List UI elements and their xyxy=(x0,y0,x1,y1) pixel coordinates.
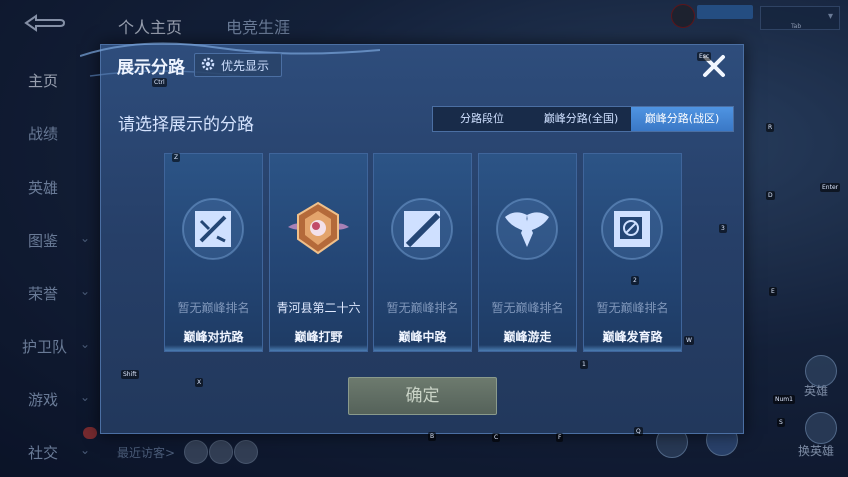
key-hint: R xyxy=(766,123,775,132)
confirm-button[interactable]: 确定 xyxy=(348,377,497,415)
jungle-badge-icon xyxy=(288,201,349,255)
card-route-label: 巅峰游走 xyxy=(503,330,552,344)
key-hint: E xyxy=(769,287,777,296)
tab-peak-region[interactable]: 巅峰分路(战区) xyxy=(631,107,733,131)
key-hint: Esc xyxy=(697,52,712,61)
key-hint: B xyxy=(428,432,437,441)
route-tabs: 分路段位 巅峰分路(全国) 巅峰分路(战区) xyxy=(432,106,734,132)
card-rank-text: 暂无巅峰排名 xyxy=(596,301,669,315)
key-hint: Shift xyxy=(121,370,139,379)
card-glow xyxy=(584,345,681,351)
key-hint: C xyxy=(492,433,501,442)
card-glow xyxy=(270,345,367,351)
card-route-label: 巅峰对抗路 xyxy=(183,330,244,344)
card-rank-text: 暂无巅峰排名 xyxy=(177,301,250,315)
key-hint: Z xyxy=(172,153,181,162)
priority-label: 优先显示 xyxy=(221,59,270,73)
key-hint: F xyxy=(556,433,564,442)
card-route-label: 巅峰打野 xyxy=(294,330,343,344)
key-hint: Num1 xyxy=(773,395,795,404)
route-card-roam[interactable]: 暂无巅峰排名 巅峰游走 xyxy=(478,153,577,352)
card-route-label: 巅峰发育路 xyxy=(602,330,663,344)
modal-title: 展示分路 xyxy=(117,58,185,78)
mid-lane-icon xyxy=(391,198,453,260)
key-hint: S xyxy=(777,418,785,427)
key-hint: Ctrl xyxy=(152,78,167,87)
route-card-mid[interactable]: 暂无巅峰排名 巅峰中路 xyxy=(373,153,472,352)
key-hint: 1 xyxy=(580,360,588,369)
key-hint: 2 xyxy=(631,276,639,285)
card-glow xyxy=(165,345,262,351)
card-rank-text: 暂无巅峰排名 xyxy=(386,301,459,315)
select-route-prompt: 请选择展示的分路 xyxy=(118,115,254,135)
gear-icon xyxy=(201,57,215,71)
route-card-farm[interactable]: 暂无巅峰排名 巅峰发育路 xyxy=(583,153,682,352)
route-card-clash[interactable]: 暂无巅峰排名 巅峰对抗路 xyxy=(164,153,263,352)
card-route-label: 巅峰中路 xyxy=(398,330,447,344)
card-rank-text: 暂无巅峰排名 xyxy=(491,301,564,315)
card-glow xyxy=(479,345,576,351)
key-hint: Enter xyxy=(820,183,841,192)
farm-lane-icon xyxy=(601,198,663,260)
key-hint: X xyxy=(195,378,204,387)
key-hint: 3 xyxy=(719,224,727,233)
roam-icon xyxy=(496,198,558,260)
key-hint: W xyxy=(684,336,694,345)
card-glow xyxy=(374,345,471,351)
card-rank-text: 青河县第二十六 xyxy=(276,301,361,315)
clash-lane-icon xyxy=(182,198,244,260)
key-hint: D xyxy=(766,191,775,200)
tab-peak-national[interactable]: 巅峰分路(全国) xyxy=(531,107,631,131)
route-card-jungle[interactable]: 青河县第二十六 巅峰打野 xyxy=(269,153,368,352)
tab-route-rank[interactable]: 分路段位 xyxy=(433,107,531,131)
priority-display-button[interactable]: 优先显示 xyxy=(194,53,282,77)
key-hint: Q xyxy=(634,427,643,436)
